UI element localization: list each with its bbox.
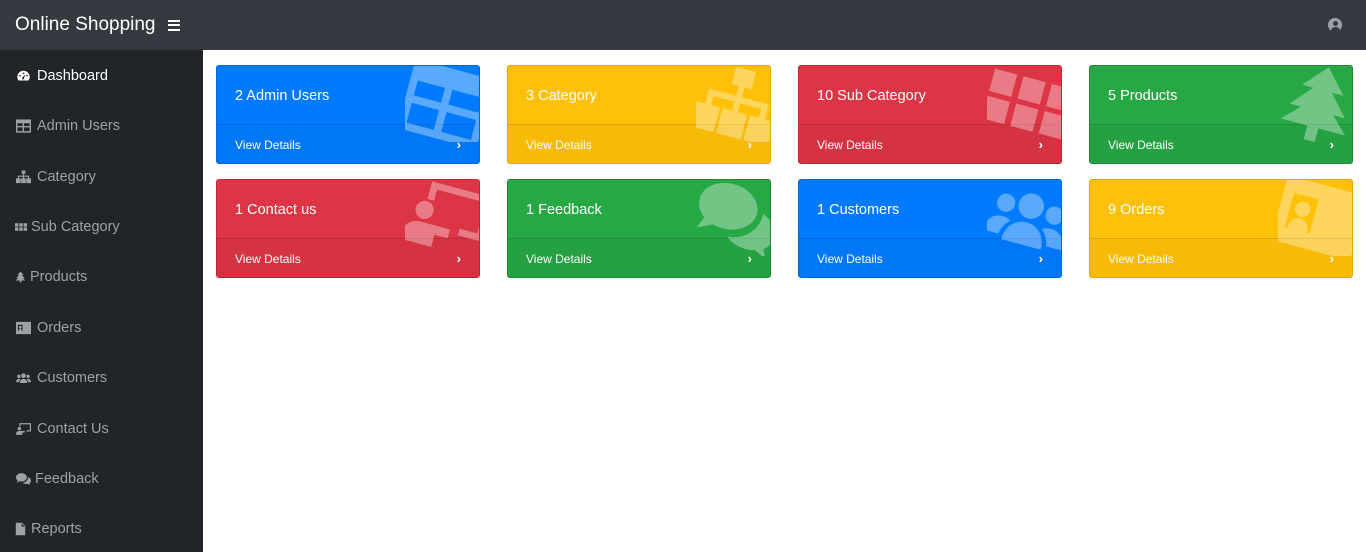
sidebar-item-label: Category <box>37 169 96 185</box>
sidebar-item-admin-users[interactable]: Admin Users <box>15 116 120 136</box>
brand-title[interactable]: Online Shopping <box>15 14 156 36</box>
tree-icon <box>15 270 26 284</box>
card-title: 3 Category <box>526 88 597 104</box>
th-icon <box>15 220 27 234</box>
sidebar-item-label: Contact Us <box>37 421 109 437</box>
users-icon <box>15 371 31 385</box>
view-details-label: View Details <box>526 138 592 152</box>
card-title: 2 Admin Users <box>235 88 330 104</box>
sidebar-item-reports[interactable]: Reports <box>15 519 82 539</box>
sidebar-item-dashboard[interactable]: Dashboard <box>15 66 108 86</box>
dashboard-main: 2 Admin Users View Details › 3 Category … <box>203 50 1366 552</box>
chevron-right-icon: › <box>1329 251 1334 266</box>
view-details-label: View Details <box>817 138 883 152</box>
sidebar-item-label: Products <box>30 269 88 285</box>
sidebar-item-label: Reports <box>31 521 82 537</box>
card-admin-users: 2 Admin Users View Details › <box>216 65 480 164</box>
table-icon <box>405 66 480 142</box>
chevron-right-icon: › <box>1038 137 1043 152</box>
sidebar-item-contact-us[interactable]: Contact Us <box>15 419 109 439</box>
sidebar-item-label: Customers <box>37 370 108 386</box>
chevron-right-icon: › <box>747 137 752 152</box>
card-customers: 1 Customers View Details › <box>798 179 1062 278</box>
sidebar-item-category[interactable]: Category <box>15 167 96 187</box>
sitemap-icon <box>15 170 31 184</box>
sidebar-item-label: Dashboard <box>37 68 108 84</box>
id-card-icon <box>1278 180 1353 256</box>
view-details-label: View Details <box>1108 138 1174 152</box>
sidebar-item-sub-category[interactable]: Sub Category <box>15 217 120 237</box>
sidebar-item-label: Admin Users <box>37 118 120 134</box>
users-icon <box>987 180 1062 256</box>
chevron-right-icon: › <box>456 251 461 266</box>
card-title: 10 Sub Category <box>817 88 926 104</box>
chalkboard-teacher-icon <box>405 180 480 256</box>
sidebar-item-orders[interactable]: Orders <box>15 318 81 338</box>
top-navbar: Online Shopping <box>0 0 1366 50</box>
chalkboard-teacher-icon <box>15 422 31 436</box>
view-details-label: View Details <box>817 252 883 266</box>
tachometer-icon <box>15 69 31 83</box>
card-sub-category: 10 Sub Category View Details › <box>798 65 1062 164</box>
sitemap-icon <box>696 66 771 142</box>
card-contact-us: 1 Contact us View Details › <box>216 179 480 278</box>
user-circle-icon[interactable] <box>1328 18 1342 32</box>
view-details-label: View Details <box>1108 252 1174 266</box>
table-icon <box>15 119 31 133</box>
card-title: 9 Orders <box>1108 202 1165 218</box>
id-card-icon <box>15 321 31 335</box>
th-icon <box>987 66 1062 142</box>
comments-icon <box>15 472 31 486</box>
view-details-label: View Details <box>235 252 301 266</box>
hamburger-menu-icon[interactable] <box>167 19 180 31</box>
sidebar-item-label: Sub Category <box>31 219 120 235</box>
view-details-label: View Details <box>235 138 301 152</box>
chevron-right-icon: › <box>1038 251 1043 266</box>
comments-icon <box>696 180 771 256</box>
card-title: 1 Customers <box>817 202 900 218</box>
sidebar-item-label: Feedback <box>35 471 99 487</box>
sidebar-item-customers[interactable]: Customers <box>15 368 107 388</box>
card-title: 5 Products <box>1108 88 1178 104</box>
card-feedback: 1 Feedback View Details › <box>507 179 771 278</box>
card-orders: 9 Orders View Details › <box>1089 179 1353 278</box>
sidebar-item-products[interactable]: Products <box>15 267 87 287</box>
sidebar-item-label: Orders <box>37 320 82 336</box>
chevron-right-icon: › <box>747 251 752 266</box>
view-details-label: View Details <box>526 252 592 266</box>
chevron-right-icon: › <box>456 137 461 152</box>
tree-icon <box>1278 66 1353 142</box>
card-category: 3 Category View Details › <box>507 65 771 164</box>
file-icon <box>15 522 26 536</box>
card-title: 1 Contact us <box>235 202 317 218</box>
sidebar: Dashboard Admin Users Category Sub Categ… <box>0 50 203 552</box>
sidebar-item-feedback[interactable]: Feedback <box>15 469 99 489</box>
chevron-right-icon: › <box>1329 137 1334 152</box>
card-title: 1 Feedback <box>526 202 602 218</box>
card-products: 5 Products View Details › <box>1089 65 1353 164</box>
